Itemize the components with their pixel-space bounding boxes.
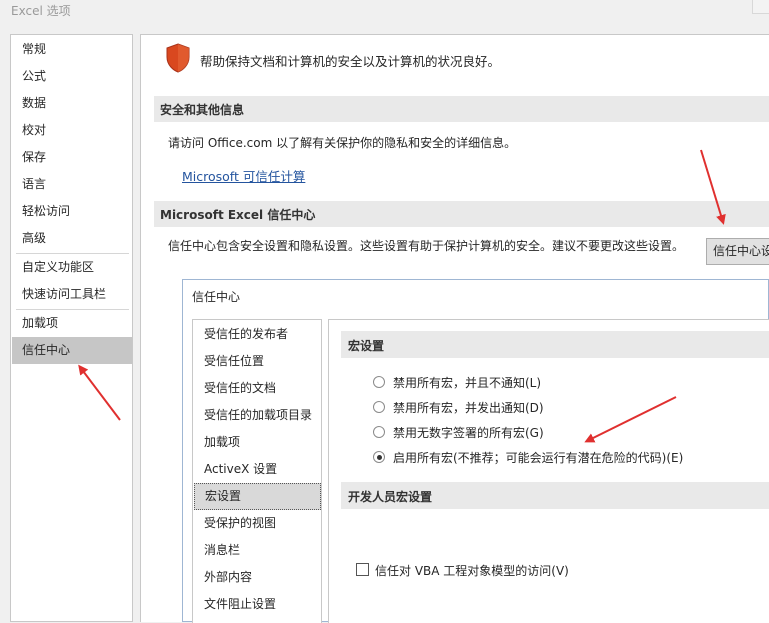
radio-label: 禁用所有宏，并发出通知(D): [393, 401, 544, 415]
nav-item-addins[interactable]: 加载项: [12, 310, 132, 337]
dlg-nav-file-block[interactable]: 文件阻止设置: [194, 591, 321, 618]
nav-item-advanced[interactable]: 高级: [12, 225, 132, 252]
nav-item-trust-center[interactable]: 信任中心: [12, 337, 132, 364]
dlg-nav-addins[interactable]: 加载项: [194, 429, 321, 456]
dlg-nav-macro-settings[interactable]: 宏设置: [194, 483, 321, 510]
trust-center-section-header: Microsoft Excel 信任中心: [154, 201, 769, 227]
dlg-nav-trusted-addin-catalogs[interactable]: 受信任的加载项目录: [194, 402, 321, 429]
section-title: Microsoft Excel 信任中心: [160, 208, 316, 222]
dlg-nav-activex[interactable]: ActiveX 设置: [194, 456, 321, 483]
dlg-nav-trusted-locations[interactable]: 受信任位置: [194, 348, 321, 375]
trust-center-settings-button[interactable]: 信任中心设置...: [706, 238, 769, 265]
checkbox[interactable]: [356, 563, 369, 576]
macro-settings-panel: 宏设置 禁用所有宏，并且不通知(L) 禁用所有宏，并发出通知(D) 禁用无数字签…: [328, 319, 769, 623]
nav-item-formulas[interactable]: 公式: [12, 63, 132, 90]
section-title: 宏设置: [348, 339, 385, 353]
close-button[interactable]: [752, 0, 769, 14]
nav-item-data[interactable]: 数据: [12, 90, 132, 117]
radio-button[interactable]: [373, 401, 385, 413]
trust-center-dialog: 信任中心 受信任的发布者 受信任位置 受信任的文档 受信任的加载项目录 加载项 …: [182, 279, 769, 623]
dlg-nav-trusted-documents[interactable]: 受信任的文档: [194, 375, 321, 402]
nav-item-accessibility[interactable]: 轻松访问: [12, 198, 132, 225]
nav-item-general[interactable]: 常规: [12, 36, 132, 63]
section-title: 安全和其他信息: [160, 103, 245, 117]
dialog-nav: 受信任的发布者 受信任位置 受信任的文档 受信任的加载项目录 加载项 Activ…: [192, 319, 322, 623]
intro-text: 帮助保持文档和计算机的安全以及计算机的状况良好。: [200, 54, 501, 69]
dialog-title: 信任中心: [192, 290, 241, 304]
dlg-nav-message-bar[interactable]: 消息栏: [194, 537, 321, 564]
nav-item-save[interactable]: 保存: [12, 144, 132, 171]
radio-label: 禁用所有宏，并且不通知(L): [393, 376, 542, 390]
section-title: 开发人员宏设置: [348, 490, 433, 504]
trustworthy-computing-link[interactable]: Microsoft 可信任计算: [182, 166, 305, 185]
macro-section-header: 宏设置: [341, 331, 769, 358]
window-title: Excel 选项: [11, 4, 71, 18]
checkbox-label: 信任对 VBA 工程对象模型的访问(V): [375, 564, 569, 578]
dlg-nav-external-content[interactable]: 外部内容: [194, 564, 321, 591]
trust-center-description: 信任中心包含安全设置和隐私设置。这些设置有助于保护计算机的安全。建议不要更改这些…: [168, 239, 685, 253]
nav-item-customize-ribbon[interactable]: 自定义功能区: [12, 254, 132, 281]
dlg-nav-protected-view[interactable]: 受保护的视图: [194, 510, 321, 537]
shield-icon: [166, 43, 190, 73]
privacy-info-text: 请访问 Office.com 以了解有关保护你的隐私和安全的详细信息。: [168, 136, 517, 150]
nav-item-proofing[interactable]: 校对: [12, 117, 132, 144]
radio-button[interactable]: [373, 426, 385, 438]
radio-label: 启用所有宏(不推荐；可能会运行有潜在危险的代码)(E): [393, 451, 684, 465]
radio-button-selected[interactable]: [373, 451, 385, 463]
nav-item-language[interactable]: 语言: [12, 171, 132, 198]
radio-label: 禁用无数字签署的所有宏(G): [393, 426, 544, 440]
privacy-section-header: 安全和其他信息: [154, 96, 769, 122]
dlg-nav-trusted-publishers[interactable]: 受信任的发布者: [194, 321, 321, 348]
radio-button[interactable]: [373, 376, 385, 388]
nav-item-quick-access[interactable]: 快速访问工具栏: [12, 281, 132, 308]
options-nav: 常规 公式 数据 校对 保存 语言 轻松访问 高级 自定义功能区 快速访问工具栏…: [10, 34, 133, 622]
developer-section-header: 开发人员宏设置: [341, 482, 769, 509]
